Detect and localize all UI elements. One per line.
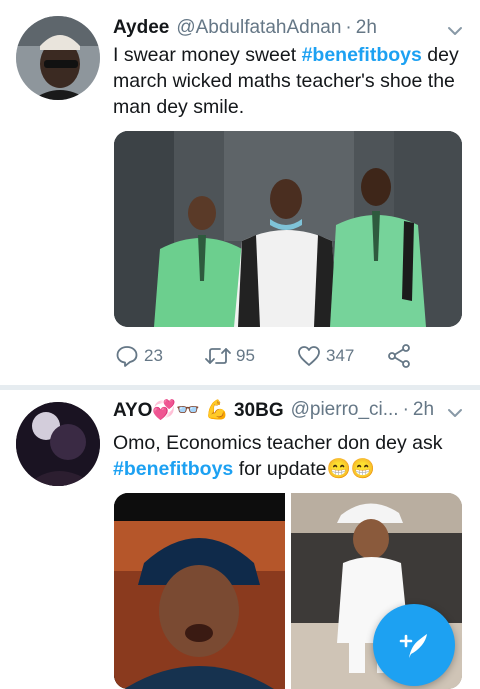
user-handle[interactable]: @pierro_ci... bbox=[291, 399, 399, 421]
chevron-down-icon[interactable] bbox=[446, 404, 464, 422]
separator-dot: · bbox=[402, 399, 409, 420]
compose-tweet-button[interactable] bbox=[373, 604, 455, 686]
retweet-count: 95 bbox=[236, 346, 255, 365]
retweet-button[interactable]: 95 bbox=[204, 343, 255, 369]
tweet-header: AYO💞👓 💪 30BG @pierro_ci... · 2h bbox=[113, 396, 466, 424]
user-handle[interactable]: @AbdulfatahAdnan bbox=[176, 17, 341, 39]
tweet-text: Omo, Economics teacher don dey ask #bene… bbox=[113, 430, 466, 482]
reply-icon bbox=[116, 346, 138, 367]
tweet-header: Aydee @AbdulfatahAdnan · 2h bbox=[113, 14, 466, 42]
timestamp[interactable]: 2h bbox=[356, 17, 377, 39]
tweet-text-start: Omo, Economics teacher don dey ask bbox=[113, 432, 443, 454]
tweet-actions: 23 95 347 bbox=[114, 343, 464, 369]
tweet-text-start: I swear money sweet bbox=[113, 44, 302, 66]
compose-tweet-icon bbox=[399, 634, 427, 658]
hashtag-link[interactable]: #benefitboys bbox=[302, 44, 422, 66]
like-button[interactable]: 347 bbox=[296, 343, 354, 369]
reply-count: 23 bbox=[144, 346, 163, 365]
tweet-photo[interactable] bbox=[114, 493, 285, 689]
tweet-card[interactable]: Aydee @AbdulfatahAdnan · 2h I swear mone… bbox=[0, 0, 480, 385]
separator-dot: · bbox=[345, 17, 352, 38]
display-name[interactable]: AYO💞👓 💪 30BG bbox=[113, 398, 284, 422]
share-icon bbox=[388, 344, 410, 368]
tweet-photo[interactable] bbox=[114, 131, 462, 327]
retweet-icon bbox=[205, 348, 231, 364]
chevron-down-icon[interactable] bbox=[446, 22, 464, 40]
reply-button[interactable]: 23 bbox=[114, 343, 163, 369]
tweet-text-end: for update😁😁 bbox=[233, 458, 376, 480]
timestamp[interactable]: 2h bbox=[413, 399, 434, 421]
like-count: 347 bbox=[326, 346, 355, 365]
share-button[interactable] bbox=[386, 343, 416, 369]
display-name[interactable]: Aydee bbox=[113, 17, 169, 39]
avatar[interactable] bbox=[16, 16, 100, 100]
avatar[interactable] bbox=[16, 402, 100, 486]
tweet-text: I swear money sweet #benefitboys dey mar… bbox=[113, 42, 466, 120]
hashtag-link[interactable]: #benefitboys bbox=[113, 458, 233, 480]
heart-icon bbox=[298, 346, 320, 366]
